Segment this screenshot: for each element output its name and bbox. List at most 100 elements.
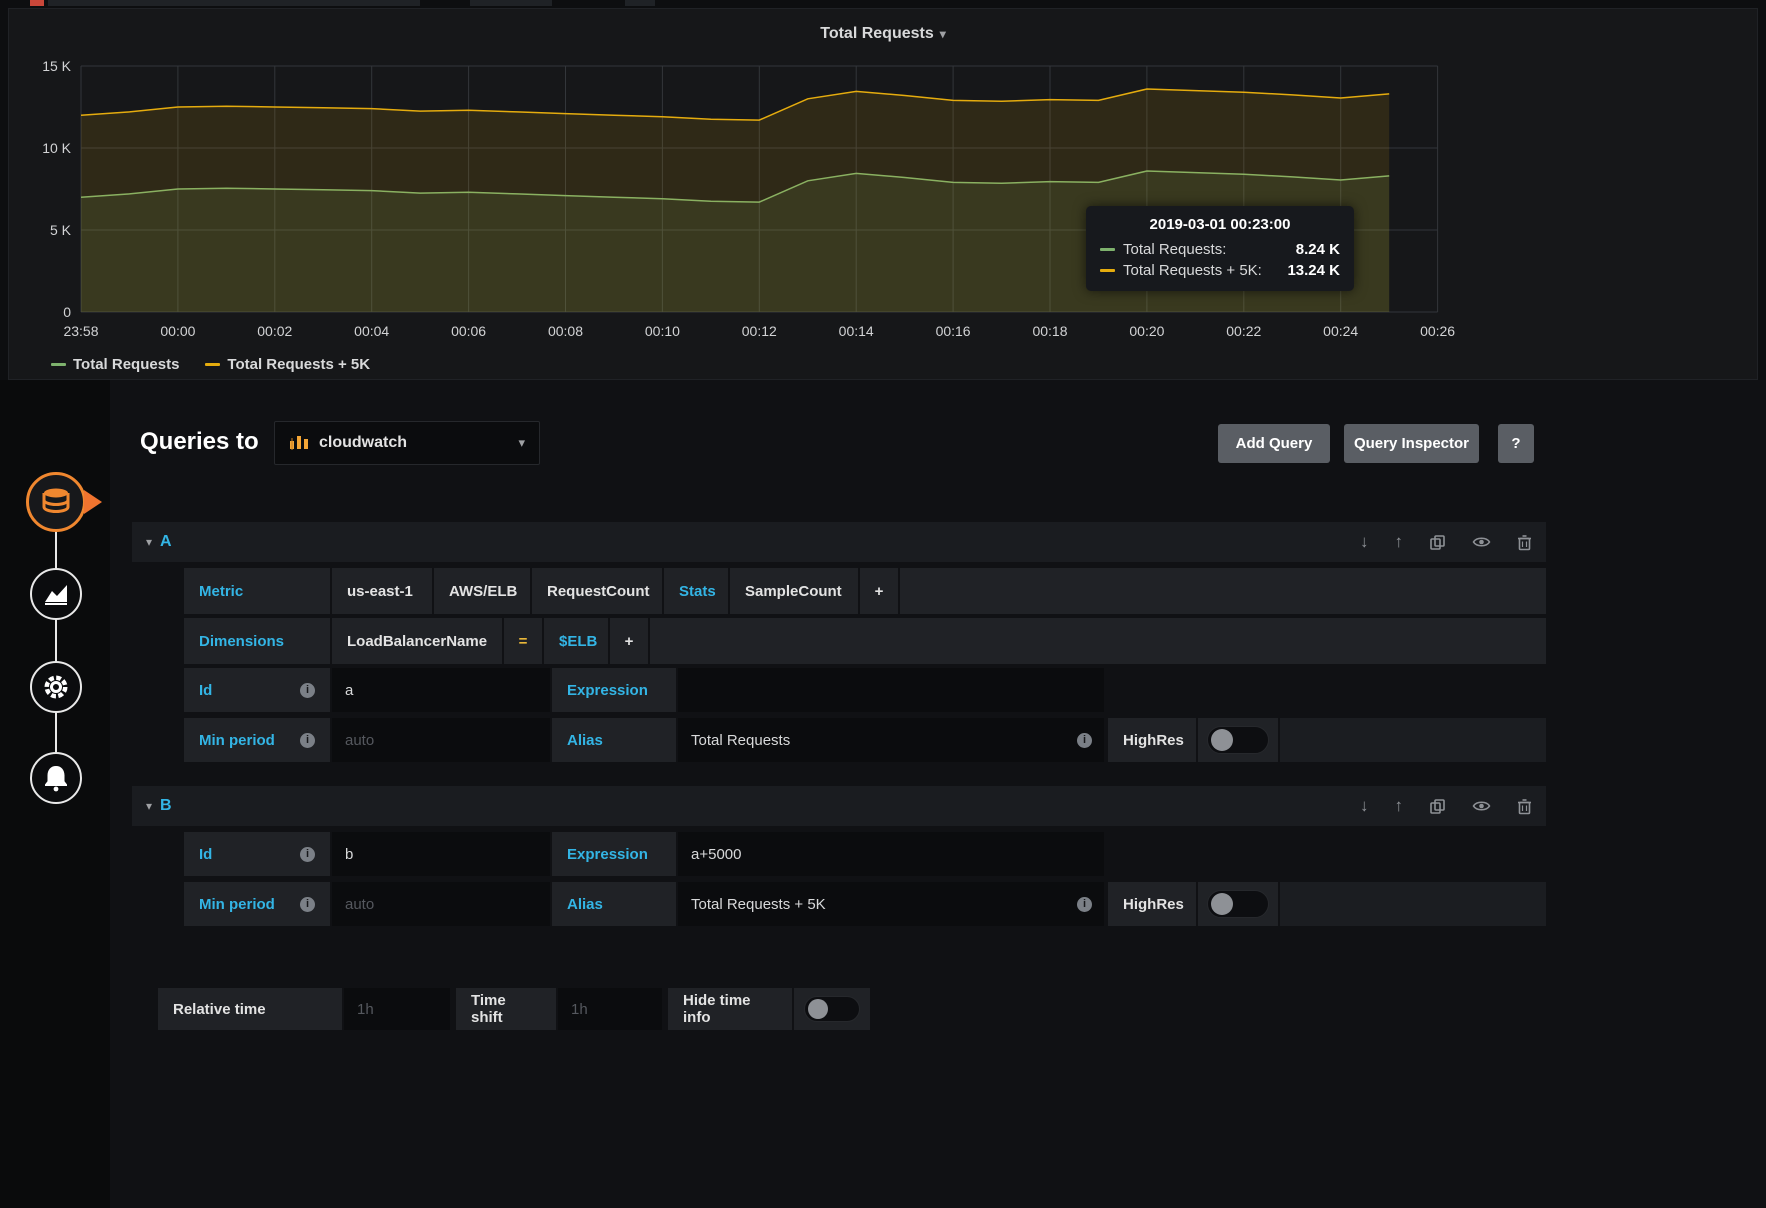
- legend-item[interactable]: Total Requests + 5K: [205, 356, 370, 373]
- info-icon[interactable]: i: [300, 897, 315, 912]
- chevron-down-icon: ▾: [518, 435, 525, 451]
- time-shift-input-wrap: [558, 988, 662, 1030]
- tab-queries[interactable]: [26, 472, 86, 532]
- query-ref-letter[interactable]: B: [160, 797, 172, 815]
- svg-text:00:10: 00:10: [645, 323, 680, 339]
- query-inspector-button[interactable]: Query Inspector: [1344, 424, 1479, 463]
- move-down-icon[interactable]: ↓: [1360, 796, 1369, 816]
- cloudwatch-logo-icon: [289, 434, 309, 452]
- add-stat-button[interactable]: +: [860, 568, 898, 614]
- move-up-icon[interactable]: ↑: [1395, 532, 1404, 552]
- row-filler: [650, 618, 1546, 664]
- collapse-caret-icon[interactable]: ▾: [146, 535, 152, 549]
- hide-time-info-toggle[interactable]: [804, 996, 860, 1022]
- expression-input[interactable]: [678, 832, 1104, 876]
- tooltip-series-label: Total Requests:: [1123, 241, 1226, 258]
- id-input[interactable]: [332, 668, 557, 712]
- eye-icon[interactable]: [1472, 799, 1491, 813]
- svg-text:00:20: 00:20: [1129, 323, 1164, 339]
- info-icon[interactable]: i: [300, 733, 315, 748]
- query-ref-letter[interactable]: A: [160, 533, 172, 551]
- expression-input[interactable]: [678, 668, 1104, 712]
- add-query-button[interactable]: Add Query: [1218, 424, 1330, 463]
- eye-icon[interactable]: [1472, 535, 1491, 549]
- stat-segment[interactable]: SampleCount: [730, 568, 858, 614]
- dimension-value-segment[interactable]: $ELB: [544, 618, 608, 664]
- alias-input-wrap: i: [678, 718, 1104, 762]
- min-period-input[interactable]: [332, 882, 557, 926]
- highres-label: HighRes: [1108, 718, 1196, 762]
- move-up-icon[interactable]: ↑: [1395, 796, 1404, 816]
- top-strip-fragment: [48, 0, 420, 6]
- highres-toggle[interactable]: [1207, 726, 1269, 754]
- trash-icon[interactable]: [1517, 534, 1532, 551]
- alias-input-wrap: i: [678, 882, 1104, 926]
- alias-input[interactable]: [678, 718, 1077, 762]
- series-color-dash: [1100, 248, 1115, 251]
- tab-general[interactable]: [30, 661, 82, 713]
- duplicate-icon[interactable]: [1429, 534, 1446, 551]
- svg-text:5 K: 5 K: [50, 222, 72, 238]
- svg-text:00:06: 00:06: [451, 323, 486, 339]
- svg-text:00:18: 00:18: [1032, 323, 1067, 339]
- metric-namespace-segment[interactable]: AWS/ELB: [434, 568, 530, 614]
- row-filler: [1280, 882, 1546, 926]
- expression-label: Expression: [552, 832, 676, 876]
- datasource-picker[interactable]: cloudwatch ▾: [274, 421, 540, 465]
- id-input[interactable]: [332, 832, 557, 876]
- alias-input[interactable]: [678, 882, 1077, 926]
- svg-text:00:22: 00:22: [1226, 323, 1261, 339]
- highres-toggle-cell: [1198, 718, 1278, 762]
- toggle-knob: [1211, 729, 1233, 751]
- query-actions: ↓ ↑: [1360, 796, 1532, 816]
- metric-name-segment[interactable]: RequestCount: [532, 568, 662, 614]
- dimension-key-segment[interactable]: LoadBalancerName: [332, 618, 502, 664]
- hide-time-info-toggle-cell: [794, 988, 870, 1030]
- query-actions: ↓ ↑: [1360, 532, 1532, 552]
- move-down-icon[interactable]: ↓: [1360, 532, 1369, 552]
- svg-text:0: 0: [63, 304, 71, 320]
- svg-text:00:04: 00:04: [354, 323, 389, 339]
- top-strip-red-fragment: [30, 0, 44, 6]
- time-series-chart[interactable]: 05 K10 K15 K23:5800:0000:0200:0400:0600:…: [9, 41, 1759, 363]
- alias-label: Alias: [552, 718, 676, 762]
- tab-visualization[interactable]: [30, 568, 82, 620]
- id-label-text: Id: [199, 682, 212, 699]
- min-period-label: Min periodi: [184, 718, 330, 762]
- min-period-label: Min periodi: [184, 882, 330, 926]
- time-shift-label: Time shift: [456, 988, 556, 1030]
- min-period-input-wrap: [332, 718, 550, 762]
- tooltip-timestamp: 2019-03-01 00:23:00: [1100, 216, 1340, 233]
- tabs-connector-line: [55, 502, 57, 778]
- svg-text:00:12: 00:12: [742, 323, 777, 339]
- tab-alert[interactable]: [30, 752, 82, 804]
- bell-icon: [41, 763, 71, 793]
- legend-color-dash: [51, 363, 66, 366]
- trash-icon[interactable]: [1517, 798, 1532, 815]
- queries-to-heading: Queries to: [140, 428, 259, 456]
- toggle-knob: [808, 999, 828, 1019]
- info-icon[interactable]: i: [300, 683, 315, 698]
- min-period-input[interactable]: [332, 718, 557, 762]
- expression-input-wrap: [678, 668, 1104, 712]
- info-icon[interactable]: i: [1077, 733, 1092, 748]
- metric-region-segment[interactable]: us-east-1: [332, 568, 432, 614]
- add-dimension-button[interactable]: +: [610, 618, 648, 664]
- collapse-caret-icon[interactable]: ▾: [146, 799, 152, 813]
- svg-text:00:26: 00:26: [1420, 323, 1455, 339]
- chevron-down-icon: ▾: [940, 27, 946, 41]
- row-filler: [900, 568, 1546, 614]
- info-icon[interactable]: i: [1077, 897, 1092, 912]
- legend-label: Total Requests + 5K: [227, 356, 370, 373]
- help-button[interactable]: ?: [1498, 424, 1534, 463]
- duplicate-icon[interactable]: [1429, 798, 1446, 815]
- info-icon[interactable]: i: [300, 847, 315, 862]
- highres-toggle[interactable]: [1207, 890, 1269, 918]
- expression-label: Expression: [552, 668, 676, 712]
- legend-item[interactable]: Total Requests: [51, 356, 179, 373]
- query-a-header: ▾ A ↓ ↑: [132, 522, 1546, 562]
- relative-time-label: Relative time: [158, 988, 342, 1030]
- metric-label: Metric: [184, 568, 330, 614]
- svg-text:00:16: 00:16: [936, 323, 971, 339]
- legend-label: Total Requests: [73, 356, 179, 373]
